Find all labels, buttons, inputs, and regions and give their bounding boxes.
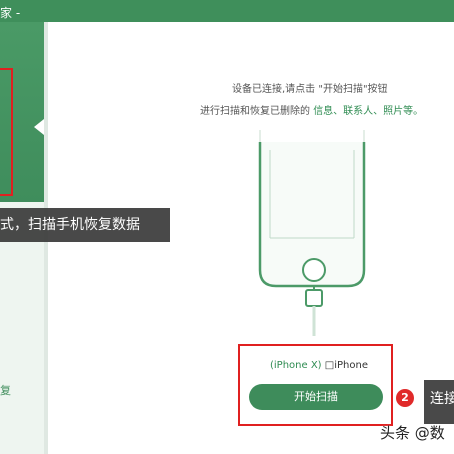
- device-model: (iPhone X): [270, 360, 322, 371]
- start-scan-button[interactable]: 开始扫描: [249, 384, 383, 410]
- phone-outline-icon: [258, 130, 366, 336]
- title-bar: 家 -: [0, 0, 454, 22]
- device-label: □iPhone: [324, 360, 368, 371]
- device-name: (iPhone X) □iPhone: [270, 360, 368, 371]
- instruction-line-1: 设备已连接,请点击 "开始扫描"按钮: [232, 84, 388, 95]
- sidebar-item-label-recover[interactable]: 复: [0, 382, 11, 398]
- instruction-line-2: 进行扫描和恢复已删除的 信息、联系人、照片等。: [200, 102, 423, 117]
- active-indicator-arrow: [34, 119, 44, 135]
- instruction-line-2-prefix: 进行扫描和恢复已删除的: [200, 106, 310, 117]
- annotation-box-sidebar: [0, 68, 13, 196]
- step-number-badge: 2: [396, 389, 414, 407]
- instruction-data-types: 信息、联系人、照片等。: [313, 106, 424, 117]
- connect-tooltip: 连接点击: [424, 380, 454, 424]
- window-title: 家 -: [0, 6, 21, 20]
- mode-tooltip: 式，扫描手机恢复数据: [0, 208, 170, 242]
- watermark: 头条 @数: [380, 424, 445, 442]
- connect-tooltip-text: 连接点击: [430, 391, 454, 407]
